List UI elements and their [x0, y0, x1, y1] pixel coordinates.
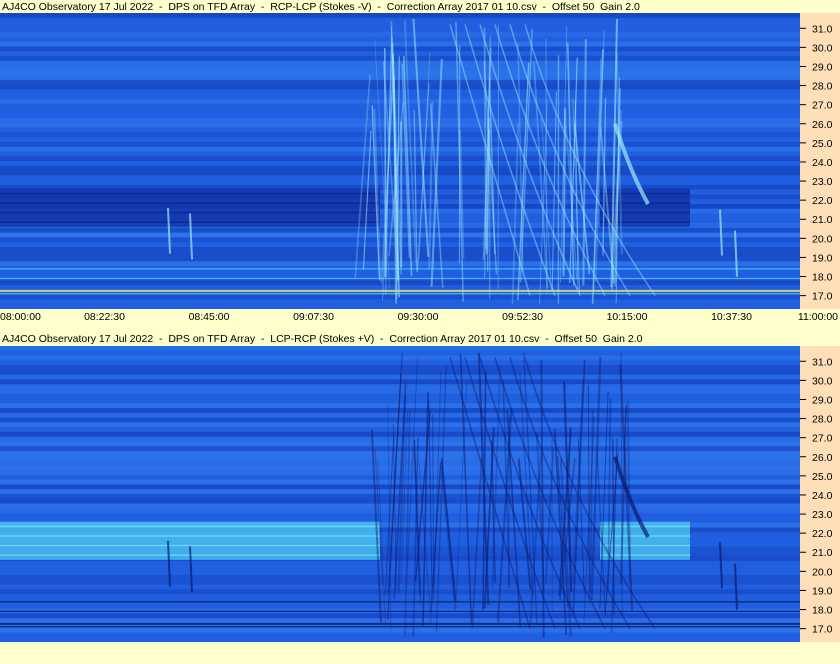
texture-band — [0, 460, 800, 466]
texture-band — [0, 455, 800, 461]
texture-band — [0, 32, 800, 37]
texture-band — [0, 627, 800, 633]
freq-tick-label: 31.0 — [812, 23, 833, 35]
freq-tick-label: 21.0 — [812, 214, 833, 226]
texture-band — [0, 441, 800, 447]
bottom-strip — [0, 642, 840, 664]
texture-band — [0, 280, 800, 286]
freq-tick-label: 18.0 — [812, 272, 833, 284]
texture-band — [0, 589, 800, 595]
texture-band — [0, 55, 800, 61]
texture-band — [0, 613, 800, 619]
freq-tick-label: 23.0 — [812, 509, 833, 521]
texture-band — [0, 465, 800, 471]
freq-tick-label: 23.0 — [812, 176, 833, 188]
texture-band — [0, 618, 800, 623]
freq-tick-label: 17.0 — [812, 291, 833, 303]
texture-band — [0, 431, 800, 437]
freq-tick-label: 27.0 — [812, 433, 833, 445]
texture-band — [0, 84, 800, 90]
texture-band — [0, 579, 800, 585]
freq-tick-label: 24.0 — [812, 490, 833, 502]
freq-tick-label: 25.0 — [812, 138, 833, 150]
time-tick-label: 08:00:00 — [0, 311, 41, 323]
freq-tick-label: 28.0 — [812, 414, 833, 426]
freq-tick-label: 26.0 — [812, 452, 833, 464]
time-tick-label: 10:15:00 — [606, 311, 648, 323]
texture-band — [0, 346, 800, 351]
time-axis: 08:00:00 08:22:30 08:45:00 09:07:30 09:30:00… — [0, 309, 840, 325]
texture-band — [0, 446, 800, 452]
texture-band — [0, 75, 800, 80]
freq-tick-label: 27.0 — [812, 100, 833, 112]
texture-band — [0, 294, 800, 300]
texture-band — [0, 374, 800, 380]
freq-tick-label: 20.0 — [812, 566, 833, 578]
texture-band — [0, 170, 800, 176]
texture-band — [0, 79, 800, 85]
freq-tick-label: 19.0 — [812, 585, 833, 597]
texture-band — [0, 417, 800, 423]
texture-band — [0, 65, 800, 71]
texture-band — [0, 355, 800, 361]
freq-tick-label: 19.0 — [812, 252, 833, 264]
freq-tick-label: 29.0 — [812, 61, 833, 73]
time-tick-label: 10:37:30 — [711, 311, 752, 323]
top-spectrogram: 31.0 30.0 29.0 28.0 27.0 26.0 25.0 24.0 23.0 22.0… — [0, 13, 840, 309]
texture-band — [0, 70, 800, 76]
time-tick-label: 09:30:00 — [397, 311, 439, 323]
texture-band — [0, 118, 800, 123]
texture-band — [0, 508, 800, 514]
time-tick-label: 08:45:00 — [188, 311, 230, 323]
freq-tick-label: 20.0 — [812, 233, 833, 245]
time-tick-label: 09:07:30 — [293, 311, 334, 323]
time-tick-label: 09:52:30 — [502, 311, 543, 323]
texture-band — [0, 98, 800, 104]
time-tick-label: 08:22:30 — [84, 311, 125, 323]
texture-band — [0, 146, 800, 152]
texture-band — [0, 122, 800, 128]
freq-tick-label: 26.0 — [812, 119, 833, 131]
freq-tick-label: 17.0 — [812, 624, 833, 636]
freq-tick-label: 25.0 — [812, 471, 833, 483]
freq-tick-label: 30.0 — [812, 375, 833, 387]
freq-tick-label: 31.0 — [812, 356, 833, 368]
texture-band — [0, 46, 800, 52]
freq-tick-label: 28.0 — [812, 81, 833, 93]
freq-tick-label: 18.0 — [812, 605, 833, 617]
bottom-panel-title: AJ4CO Observatory 17 Jul 2022 - DPS on T… — [2, 333, 643, 345]
freq-tick-label: 22.0 — [812, 528, 833, 540]
freq-tick-label: 21.0 — [812, 547, 833, 559]
texture-band — [0, 13, 800, 18]
texture-band — [0, 412, 800, 418]
texture-band — [0, 422, 800, 428]
time-tick-label: 11:00:00 — [797, 311, 838, 323]
texture-band — [0, 60, 800, 66]
freq-tick-label: 30.0 — [812, 42, 833, 54]
bottom-spectrogram: 31.0 30.0 29.0 28.0 27.0 26.0 25.0 24.0 23.0 22.0… — [0, 346, 840, 642]
texture-band — [0, 436, 800, 442]
texture-band — [0, 165, 800, 171]
top-panel-title: AJ4CO Observatory 17 Jul 2022 - DPS on T… — [2, 1, 640, 13]
freq-tick-label: 22.0 — [812, 195, 833, 207]
texture-band — [0, 369, 800, 375]
freq-tick-label: 29.0 — [812, 394, 833, 406]
texture-band — [0, 156, 800, 161]
freq-tick-label: 24.0 — [812, 157, 833, 169]
texture-band — [0, 41, 800, 47]
texture-band — [0, 451, 800, 456]
texture-band — [0, 408, 800, 413]
texture-band — [0, 365, 800, 370]
